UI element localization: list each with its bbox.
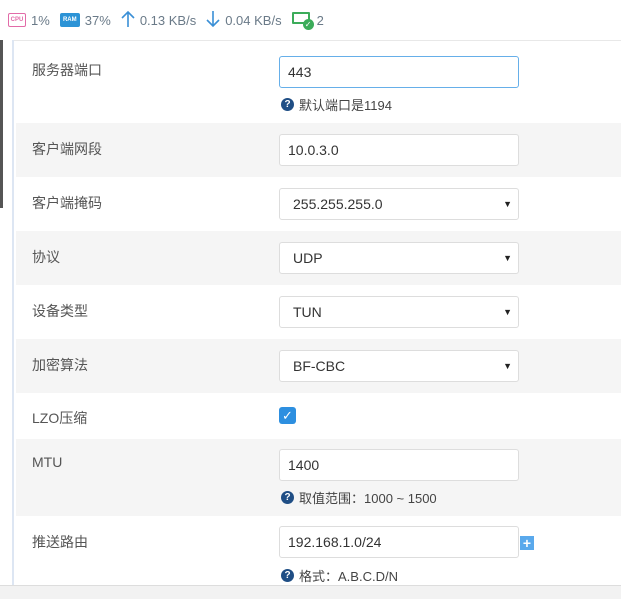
cpu-icon: CPU	[8, 13, 26, 27]
mtu-hint: ? 取值范围：1000 ~ 1500	[281, 488, 437, 507]
cipher-label: 加密算法	[32, 357, 88, 373]
row-device-type: 设备类型 TUN ▼	[16, 285, 621, 339]
row-client-mask: 客户端掩码 255.255.255.0 ▼	[16, 177, 621, 231]
devices-stat[interactable]: ✓ 2	[291, 12, 324, 30]
dropdown-caret-icon: ▼	[503, 307, 512, 317]
push-route-input[interactable]: 192.168.1.0/24	[279, 526, 519, 558]
ram-stat: RAM 37%	[59, 12, 111, 28]
row-client-subnet: 客户端网段 10.0.3.0	[16, 123, 621, 177]
arrow-up-icon	[121, 10, 135, 31]
row-mtu: MTU 1400 ? 取值范围：1000 ~ 1500	[16, 439, 621, 516]
client-subnet-label: 客户端网段	[32, 141, 102, 157]
mtu-label: MTU	[32, 454, 63, 470]
server-port-input[interactable]: 443	[279, 56, 519, 88]
device-count: 2	[316, 12, 324, 28]
device-type-select[interactable]: TUN ▼	[279, 296, 519, 328]
mtu-hint-text: 取值范围：1000 ~ 1500	[299, 491, 437, 506]
dropdown-caret-icon: ▼	[503, 253, 512, 263]
client-mask-label: 客户端掩码	[32, 195, 102, 211]
status-bar: CPU 1% RAM 37% 0.13 KB/s 0.04 KB/s ✓ 2	[0, 0, 621, 41]
cipher-select[interactable]: BF-CBC ▼	[279, 350, 519, 382]
row-protocol: 协议 UDP ▼	[16, 231, 621, 285]
push-route-label: 推送路由	[32, 534, 88, 550]
ram-usage: 37%	[84, 12, 111, 28]
server-port-hint-text: 默认端口是1194	[299, 98, 392, 113]
row-server-port: 服务器端口 443 ? 默认端口是1194	[16, 40, 621, 123]
dropdown-caret-icon: ▼	[503, 199, 512, 209]
row-cipher: 加密算法 BF-CBC ▼	[16, 339, 621, 393]
bottom-scroll-bar[interactable]	[0, 585, 621, 599]
upload-speed: 0.13 KB/s	[139, 12, 197, 28]
arrow-down-icon	[206, 10, 220, 31]
protocol-select[interactable]: UDP ▼	[279, 242, 519, 274]
server-port-label: 服务器端口	[32, 62, 102, 78]
monitor-check-icon: ✓	[291, 12, 314, 30]
dropdown-caret-icon: ▼	[503, 361, 512, 371]
push-route-hint-text: 格式：A.B.C.D/N	[299, 569, 398, 584]
question-icon: ?	[281, 491, 294, 504]
question-icon: ?	[281, 569, 294, 582]
protocol-label: 协议	[32, 249, 60, 265]
device-type-value: TUN	[293, 304, 322, 320]
openvpn-settings-form: 服务器端口 443 ? 默认端口是1194 客户端网段 10.0.3.0 客户端…	[16, 40, 621, 585]
ram-icon: RAM	[59, 13, 80, 27]
cpu-usage: 1%	[31, 12, 50, 28]
add-route-button[interactable]: +	[520, 536, 534, 550]
lzo-checkbox[interactable]: ✓	[279, 407, 296, 424]
protocol-value: UDP	[293, 250, 323, 266]
row-lzo: LZO压缩 ✓	[16, 393, 621, 439]
push-route-hint: ? 格式：A.B.C.D/N	[281, 566, 398, 585]
lzo-label: LZO压缩	[32, 410, 88, 426]
cipher-value: BF-CBC	[293, 358, 346, 374]
question-icon: ?	[281, 98, 294, 111]
client-subnet-input[interactable]: 10.0.3.0	[279, 134, 519, 166]
left-rail	[0, 40, 14, 598]
download-stat: 0.04 KB/s	[206, 10, 282, 31]
row-push-route: 推送路由 192.168.1.0/24 + ? 格式：A.B.C.D/N	[16, 516, 621, 585]
upload-stat: 0.13 KB/s	[121, 10, 196, 31]
cpu-stat: CPU 1%	[8, 13, 50, 28]
client-mask-select[interactable]: 255.255.255.0 ▼	[279, 188, 519, 220]
device-type-label: 设备类型	[32, 303, 88, 319]
mtu-input[interactable]: 1400	[279, 449, 519, 481]
download-speed: 0.04 KB/s	[225, 12, 282, 28]
server-port-hint: ? 默认端口是1194	[281, 95, 392, 114]
client-mask-value: 255.255.255.0	[293, 196, 383, 212]
